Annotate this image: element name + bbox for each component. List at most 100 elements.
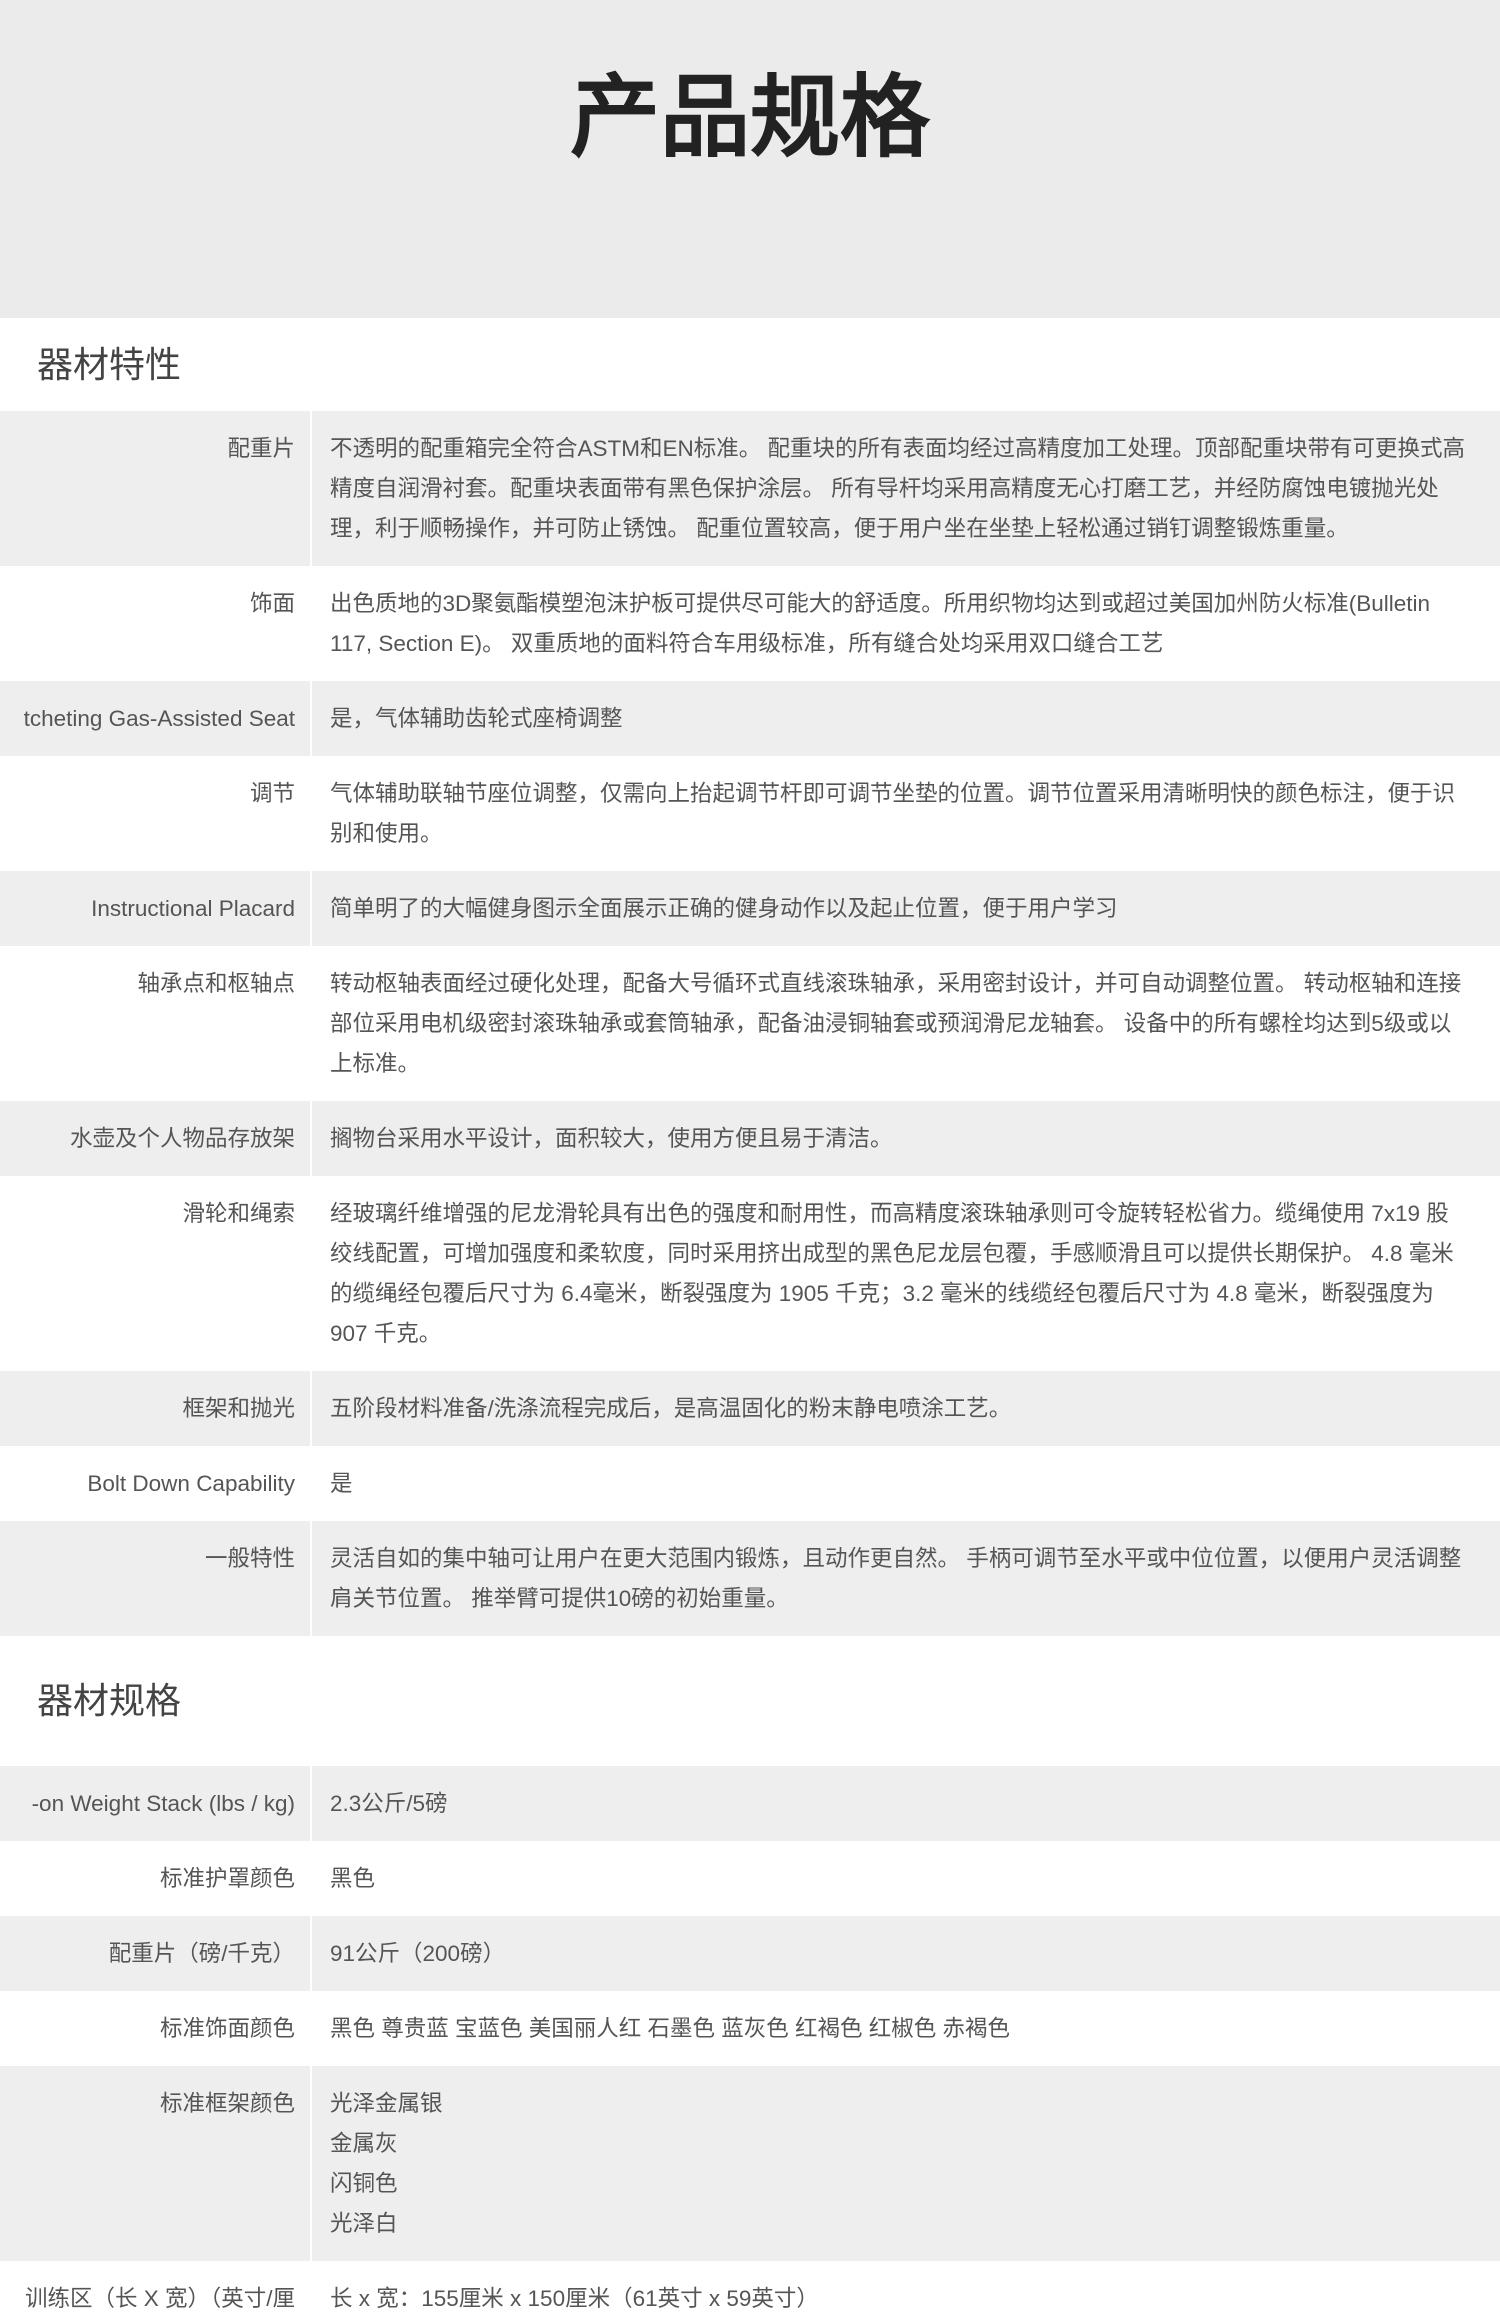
spec-label: 滑轮和绳索 <box>182 1200 295 1226</box>
spec-label-cell: 饰面 <box>0 566 312 681</box>
product-spec-page: 产品规格 器材特性 配重片 不透明的配重箱完全符合ASTM和EN标准。 配重块的… <box>0 0 1500 2322</box>
spec-value-line: 是 <box>330 1470 353 1496</box>
section-heading: 器材规格 <box>37 1680 182 1721</box>
spec-value-line: 气体辅助联轴节座位调整，仅需向上抬起调节杆即可调节坐垫的位置。调节位置采用清晰明… <box>330 780 1456 806</box>
spec-value-line: 简单明了的大幅健身图示全面展示正确的健身动作以及起止位置，便于用户学习 <box>330 895 1118 921</box>
spec-value-cell: 简单明了的大幅健身图示全面展示正确的健身动作以及起止位置，便于用户学习 <box>312 871 1500 946</box>
spec-value-line: 精度自润滑衬套。配重块表面带有黑色保护涂层。 所有导杆均采用高精度无心打磨工艺，… <box>330 475 1439 501</box>
spec-value-line: 五阶段材料准备/洗涤流程完成后，是高温固化的粉末静电喷涂工艺。 <box>330 1395 1012 1421</box>
spec-value-line: 2.3公斤/5磅 <box>330 1790 448 1816</box>
row-pulleys-cables: 滑轮和绳索 经玻璃纤维增强的尼龙滑轮具有出色的强度和耐用性，而高精度滚珠轴承则可… <box>0 1176 1500 1371</box>
spec-value-line: 长 x 宽：155厘米 x 150厘米（61英寸 x 59英寸） <box>330 2285 819 2311</box>
spec-label-cell: 调节 <box>0 756 312 871</box>
spec-label-cell: 标准框架颜色 <box>0 2066 312 2261</box>
spec-value-line: 的缆绳经包覆后尺寸为 6.4毫米，断裂强度为 1905 千克；3.2 毫米的线缆… <box>330 1280 1434 1306</box>
spec-label: 轴承点和枢轴点 <box>137 970 295 996</box>
spec-value-cell: 搁物台采用水平设计，面积较大，使用方便且易于清洁。 <box>312 1101 1500 1176</box>
spec-label-cell: 一般特性 <box>0 1521 312 1636</box>
spec-value-line: 搁物台采用水平设计，面积较大，使用方便且易于清洁。 <box>330 1125 893 1151</box>
spec-value-line: 绞线配置，可增加强度和柔软度，同时采用挤出成型的黑色尼龙层包覆，手感顺滑且可以提… <box>330 1240 1454 1266</box>
spec-label: 调节 <box>249 780 295 806</box>
spec-label: 饰面 <box>249 590 295 616</box>
spec-value-line: 是，气体辅助齿轮式座椅调整 <box>330 705 623 731</box>
page-header: 产品规格 <box>0 0 1500 318</box>
spec-value-line: 理，利于顺畅操作，并可防止锈蚀。 配重位置较高，便于用户坐在坐垫上轻松通过销钉调… <box>330 515 1349 541</box>
spec-label: 一般特性 <box>204 1545 295 1571</box>
spec-value-cell: 灵活自如的集中轴可让用户在更大范围内锻炼，且动作更自然。 手柄可调节至水平或中位… <box>312 1521 1500 1636</box>
row-bearings-pivots: 轴承点和枢轴点 转动枢轴表面经过硬化处理，配备大号循环式直线滚珠轴承，采用密封设… <box>0 946 1500 1101</box>
spec-value-line: 黑色 尊贵蓝 宝蓝色 美国丽人红 石墨色 蓝灰色 红褐色 红椒色 赤褐色 <box>330 2015 1011 2041</box>
spec-label-cell: Instructional Placard <box>0 871 312 946</box>
spec-label-cell: 框架和抛光 <box>0 1371 312 1446</box>
row-shroud-color: 标准护罩颜色 黑色 <box>0 1841 1500 1916</box>
spec-value-line: 出色质地的3D聚氨酯模塑泡沫护板可提供尽可能大的舒适度。所用织物均达到或超过美国… <box>330 590 1431 616</box>
row-training-area: 训练区（长 X 宽）（英寸/厘 长 x 宽：155厘米 x 150厘米（61英寸… <box>0 2261 1500 2322</box>
spec-label-cell: 标准饰面颜色 <box>0 1991 312 2066</box>
row-instructional-placard: Instructional Placard 简单明了的大幅健身图示全面展示正确的… <box>0 871 1500 946</box>
spec-label-cell: 配重片 <box>0 411 312 566</box>
spec-label-cell: 标准护罩颜色 <box>0 1841 312 1916</box>
page-title: 产品规格 <box>570 68 930 168</box>
spec-value-line: 部位采用电机级密封滚珠轴承或套筒轴承，配备油浸铜轴套或预润滑尼龙轴套。 设备中的… <box>330 1010 1452 1036</box>
spec-value-line: 光泽白 <box>330 2210 398 2236</box>
spec-label: Instructional Placard <box>91 895 295 921</box>
spec-value-line: 经玻璃纤维增强的尼龙滑轮具有出色的强度和耐用性，而高精度滚珠轴承则可令旋转轻松省… <box>330 1200 1449 1226</box>
spec-value-cell: 长 x 宽：155厘米 x 150厘米（61英寸 x 59英寸） <box>312 2261 1500 2322</box>
spec-value-line: 黑色 <box>330 1865 376 1891</box>
row-upholstery-colors: 标准饰面颜色 黑色 尊贵蓝 宝蓝色 美国丽人红 石墨色 蓝灰色 红褐色 红椒色 … <box>0 1991 1500 2066</box>
spec-value-line: 不透明的配重箱完全符合ASTM和EN标准。 配重块的所有表面均经过高精度加工处理… <box>330 435 1466 461</box>
section-specifications: 器材规格 -on Weight Stack (lbs / kg) 2.3公斤/5… <box>0 1636 1500 2322</box>
features-table: 配重片 不透明的配重箱完全符合ASTM和EN标准。 配重块的所有表面均经过高精度… <box>0 411 1500 1636</box>
spec-label: tcheting Gas-Assisted Seat <box>23 705 295 731</box>
row-general-features: 一般特性 灵活自如的集中轴可让用户在更大范围内锻炼，且动作更自然。 手柄可调节至… <box>0 1521 1500 1636</box>
spec-label: 训练区（长 X 宽）（英寸/厘 <box>24 2285 295 2311</box>
spec-label-cell: 轴承点和枢轴点 <box>0 946 312 1101</box>
spec-value-line: 肩关节位置。 推举臂可提供10磅的初始重量。 <box>330 1585 789 1611</box>
spec-label: 标准饰面颜色 <box>159 2015 295 2041</box>
spec-value-cell: 五阶段材料准备/洗涤流程完成后，是高温固化的粉末静电喷涂工艺。 <box>312 1371 1500 1446</box>
spec-value-line: 转动枢轴表面经过硬化处理，配备大号循环式直线滚珠轴承，采用密封设计，并可自动调整… <box>330 970 1462 996</box>
spec-label: 配重片 <box>227 435 295 461</box>
row-adjustments: 调节 气体辅助联轴节座位调整，仅需向上抬起调节杆即可调节坐垫的位置。调节位置采用… <box>0 756 1500 871</box>
spec-label: 水壶及个人物品存放架 <box>69 1125 295 1151</box>
spec-value-line: 金属灰 <box>330 2130 398 2156</box>
spec-value-cell: 经玻璃纤维增强的尼龙滑轮具有出色的强度和耐用性，而高精度滚珠轴承则可令旋转轻松省… <box>312 1176 1500 1371</box>
row-add-on-weight-stack: -on Weight Stack (lbs / kg) 2.3公斤/5磅 <box>0 1766 1500 1841</box>
spec-value-line: 灵活自如的集中轴可让用户在更大范围内锻炼，且动作更自然。 手柄可调节至水平或中位… <box>330 1545 1462 1571</box>
spec-label-cell: Bolt Down Capability <box>0 1446 312 1521</box>
spec-value-cell: 气体辅助联轴节座位调整，仅需向上抬起调节杆即可调节坐垫的位置。调节位置采用清晰明… <box>312 756 1500 871</box>
section-heading: 器材特性 <box>37 344 182 385</box>
row-weight-plates: 配重片 不透明的配重箱完全符合ASTM和EN标准。 配重块的所有表面均经过高精度… <box>0 411 1500 566</box>
spec-value-line: 光泽金属银 <box>330 2090 443 2116</box>
spec-value-line: 闪铜色 <box>330 2170 398 2196</box>
spec-value-line: 上标准。 <box>330 1050 421 1076</box>
spec-label-cell: -on Weight Stack (lbs / kg) <box>0 1766 312 1841</box>
section-features: 器材特性 配重片 不透明的配重箱完全符合ASTM和EN标准。 配重块的所有表面均… <box>0 318 1500 1636</box>
spec-label: -on Weight Stack (lbs / kg) <box>31 1790 295 1816</box>
row-weight-stack-size: 配重片（磅/千克） 91公斤（200磅） <box>0 1916 1500 1991</box>
row-frame-colors: 标准框架颜色 光泽金属银 金属灰 闪铜色 光泽白 <box>0 2066 1500 2261</box>
spec-label: 框架和抛光 <box>182 1395 295 1421</box>
row-ratcheting-seat: tcheting Gas-Assisted Seat 是，气体辅助齿轮式座椅调整 <box>0 681 1500 756</box>
spec-value-cell: 黑色 尊贵蓝 宝蓝色 美国丽人红 石墨色 蓝灰色 红褐色 红椒色 赤褐色 <box>312 1991 1500 2066</box>
spec-value-line: 91公斤（200磅） <box>330 1940 506 1966</box>
row-upholstery: 饰面 出色质地的3D聚氨酯模塑泡沫护板可提供尽可能大的舒适度。所用织物均达到或超… <box>0 566 1500 681</box>
spec-label-cell: 配重片（磅/千克） <box>0 1916 312 1991</box>
spec-value-cell: 是 <box>312 1446 1500 1521</box>
specifications-table: -on Weight Stack (lbs / kg) 2.3公斤/5磅 标准护… <box>0 1766 1500 2322</box>
row-frame-finish: 框架和抛光 五阶段材料准备/洗涤流程完成后，是高温固化的粉末静电喷涂工艺。 <box>0 1371 1500 1446</box>
spec-label-cell: tcheting Gas-Assisted Seat <box>0 681 312 756</box>
spec-label-cell: 水壶及个人物品存放架 <box>0 1101 312 1176</box>
spec-label: 标准框架颜色 <box>159 2090 295 2116</box>
row-storage-rack: 水壶及个人物品存放架 搁物台采用水平设计，面积较大，使用方便且易于清洁。 <box>0 1101 1500 1176</box>
spec-value-cell: 转动枢轴表面经过硬化处理，配备大号循环式直线滚珠轴承，采用密封设计，并可自动调整… <box>312 946 1500 1101</box>
spec-value-cell: 出色质地的3D聚氨酯模塑泡沫护板可提供尽可能大的舒适度。所用织物均达到或超过美国… <box>312 566 1500 681</box>
spec-value-line: 别和使用。 <box>330 820 443 846</box>
spec-value-cell: 91公斤（200磅） <box>312 1916 1500 1991</box>
spec-label: 配重片（磅/千克） <box>108 1940 295 1966</box>
spec-label: 标准护罩颜色 <box>159 1865 295 1891</box>
spec-value-cell: 光泽金属银 金属灰 闪铜色 光泽白 <box>312 2066 1500 2261</box>
row-bolt-down: Bolt Down Capability 是 <box>0 1446 1500 1521</box>
spec-value-line: 907 千克。 <box>330 1320 442 1346</box>
spec-value-cell: 是，气体辅助齿轮式座椅调整 <box>312 681 1500 756</box>
